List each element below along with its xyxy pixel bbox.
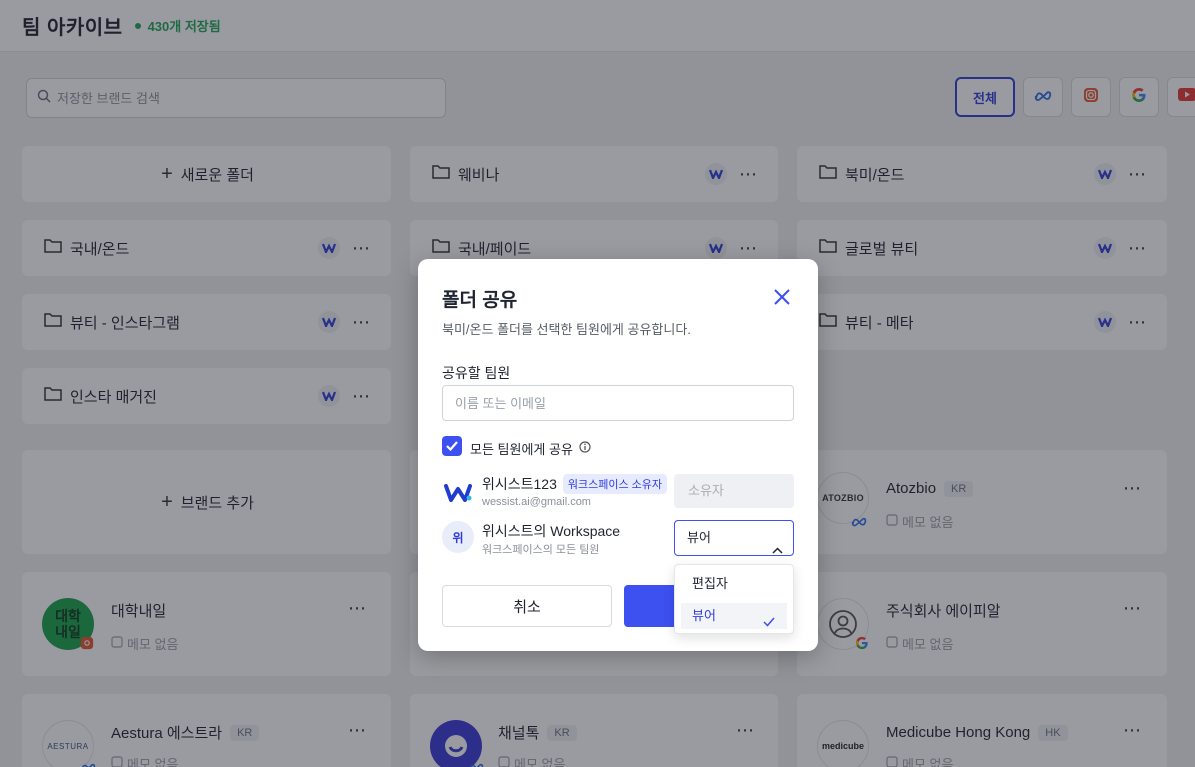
share-all-label: 모든 팀원에게 공유 xyxy=(470,442,573,457)
share-all-checkbox[interactable] xyxy=(442,436,462,456)
chevron-up-icon xyxy=(772,533,783,567)
workspace-name: 위시스트의 Workspace xyxy=(482,523,621,539)
member-label: 공유할 팀원 xyxy=(442,365,511,381)
role-dropdown-menu: 편집자 뷰어 xyxy=(674,564,794,634)
role-option-viewer[interactable]: 뷰어 xyxy=(681,603,787,629)
close-icon[interactable] xyxy=(772,287,792,307)
workspace-subtitle: 워크스페이스의 모든 팀원 xyxy=(482,544,600,556)
role-select-value: 뷰어 xyxy=(687,530,711,545)
dialog-description: 북미/온드 폴더를 선택한 팀원에게 공유합니다. xyxy=(442,322,691,337)
dialog-title: 폴더 공유 xyxy=(442,290,518,311)
role-option-editor[interactable]: 편집자 xyxy=(681,571,787,597)
owner-name: 위시스트123 xyxy=(482,476,557,492)
member-search-input[interactable] xyxy=(442,385,794,421)
owner-email: wessist.ai@gmail.com xyxy=(482,496,591,508)
role-option-label: 편집자 xyxy=(692,576,728,591)
owner-name-row: 위시스트123 워크스페이스 소유자 xyxy=(482,474,668,494)
cancel-button[interactable]: 취소 xyxy=(442,585,612,627)
owner-role-field: 소유자 xyxy=(674,474,794,508)
role-select[interactable]: 뷰어 xyxy=(674,520,794,556)
wishist-logo-icon xyxy=(442,477,474,509)
owner-badge: 워크스페이스 소유자 xyxy=(562,474,668,494)
check-icon xyxy=(763,610,775,636)
info-icon[interactable] xyxy=(579,440,591,458)
avatar: 위 xyxy=(442,521,474,553)
role-option-label: 뷰어 xyxy=(692,608,716,623)
